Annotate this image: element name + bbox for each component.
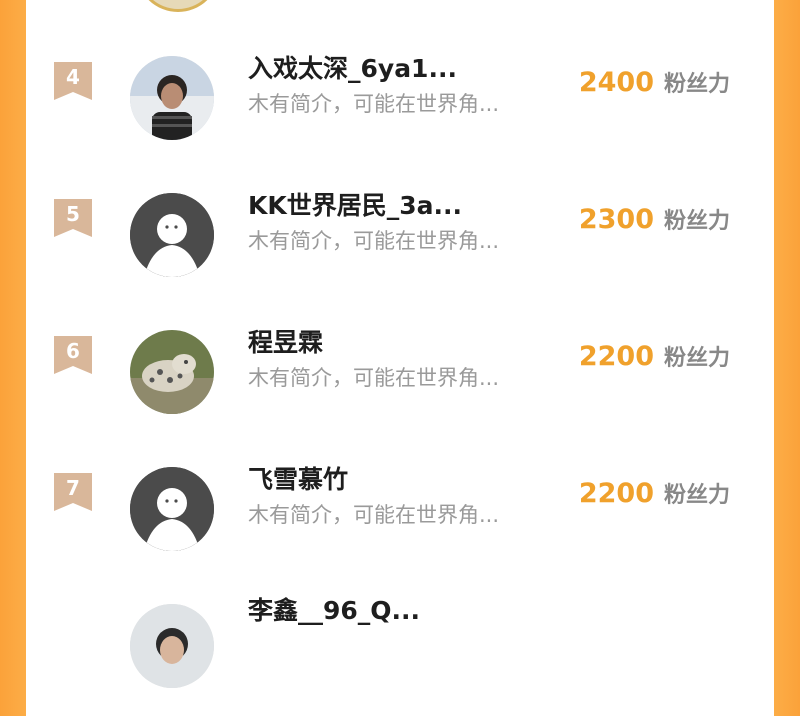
avatar-rank-3[interactable] xyxy=(136,0,220,12)
fan-power-value: 2200 xyxy=(578,478,654,509)
user-bio: 木有简介，可能在世界角... xyxy=(248,92,500,116)
avatar[interactable] xyxy=(130,604,214,688)
avatar[interactable] xyxy=(130,330,214,414)
snow-leopard-photo-icon xyxy=(130,330,214,414)
fan-power-label: 粉丝力 xyxy=(663,209,730,234)
avatar[interactable] xyxy=(130,193,214,277)
user-name[interactable]: 李鑫__96_Q... xyxy=(248,591,420,627)
list-item[interactable]: 李鑫__96_Q... xyxy=(26,580,774,716)
list-item[interactable]: 4 入戏太深_6ya1... 木有简介，可能在世界角... 2400 粉丝力 xyxy=(26,32,774,168)
list-item[interactable]: 6 程昱霖 木有简介，可能在世界角... 2200 粉丝力 xyxy=(26,306,774,442)
avatar[interactable] xyxy=(130,56,214,140)
user-name[interactable]: 飞雪慕竹 xyxy=(248,460,348,496)
user-name[interactable]: 程昱霖 xyxy=(248,323,323,359)
fan-power: 2400 粉丝力 xyxy=(579,66,730,98)
fan-power-label: 粉丝力 xyxy=(663,346,730,371)
rank-badge: 7 xyxy=(54,473,92,511)
rank-badge: 6 xyxy=(54,336,92,374)
rank-number: 7 xyxy=(66,476,80,500)
fan-power-value: 2300 xyxy=(578,204,654,235)
list-item[interactable]: 5 KK世界居民_3a... 木有简介，可能在世界角... 2300 粉丝力 xyxy=(26,169,774,305)
rank-badge: 4 xyxy=(54,62,92,100)
user-bio: 木有简介，可能在世界角... xyxy=(248,503,500,527)
fan-power-value: 2400 xyxy=(578,67,654,98)
avatar[interactable] xyxy=(130,467,214,551)
rank-badge: 5 xyxy=(54,199,92,237)
fan-ranking-list: 4 入戏太深_6ya1... 木有简介，可能在世界角... 2400 粉丝力 5 xyxy=(26,0,774,688)
user-bio: 木有简介，可能在世界角... xyxy=(248,366,500,390)
default-avatar-icon xyxy=(130,467,214,551)
fan-power: 2200 粉丝力 xyxy=(579,340,730,372)
default-avatar-icon xyxy=(130,193,214,277)
fan-power-label: 粉丝力 xyxy=(663,483,730,508)
user-bio: 木有简介，可能在世界角... xyxy=(248,229,500,253)
rank-number: 4 xyxy=(66,65,80,89)
person-photo-icon xyxy=(130,56,214,140)
rank-number: 6 xyxy=(66,339,80,363)
fan-power: 2200 粉丝力 xyxy=(579,477,730,509)
person-photo-icon xyxy=(130,604,214,688)
fan-power: 2300 粉丝力 xyxy=(579,203,730,235)
list-item[interactable]: 7 飞雪慕竹 木有简介，可能在世界角... 2200 粉丝力 xyxy=(26,443,774,579)
rank-number: 5 xyxy=(66,202,80,226)
fan-power-label: 粉丝力 xyxy=(663,72,730,97)
user-name[interactable]: 入戏太深_6ya1... xyxy=(248,49,457,85)
user-name[interactable]: KK世界居民_3a... xyxy=(248,186,462,222)
fan-power-value: 2200 xyxy=(578,341,654,372)
